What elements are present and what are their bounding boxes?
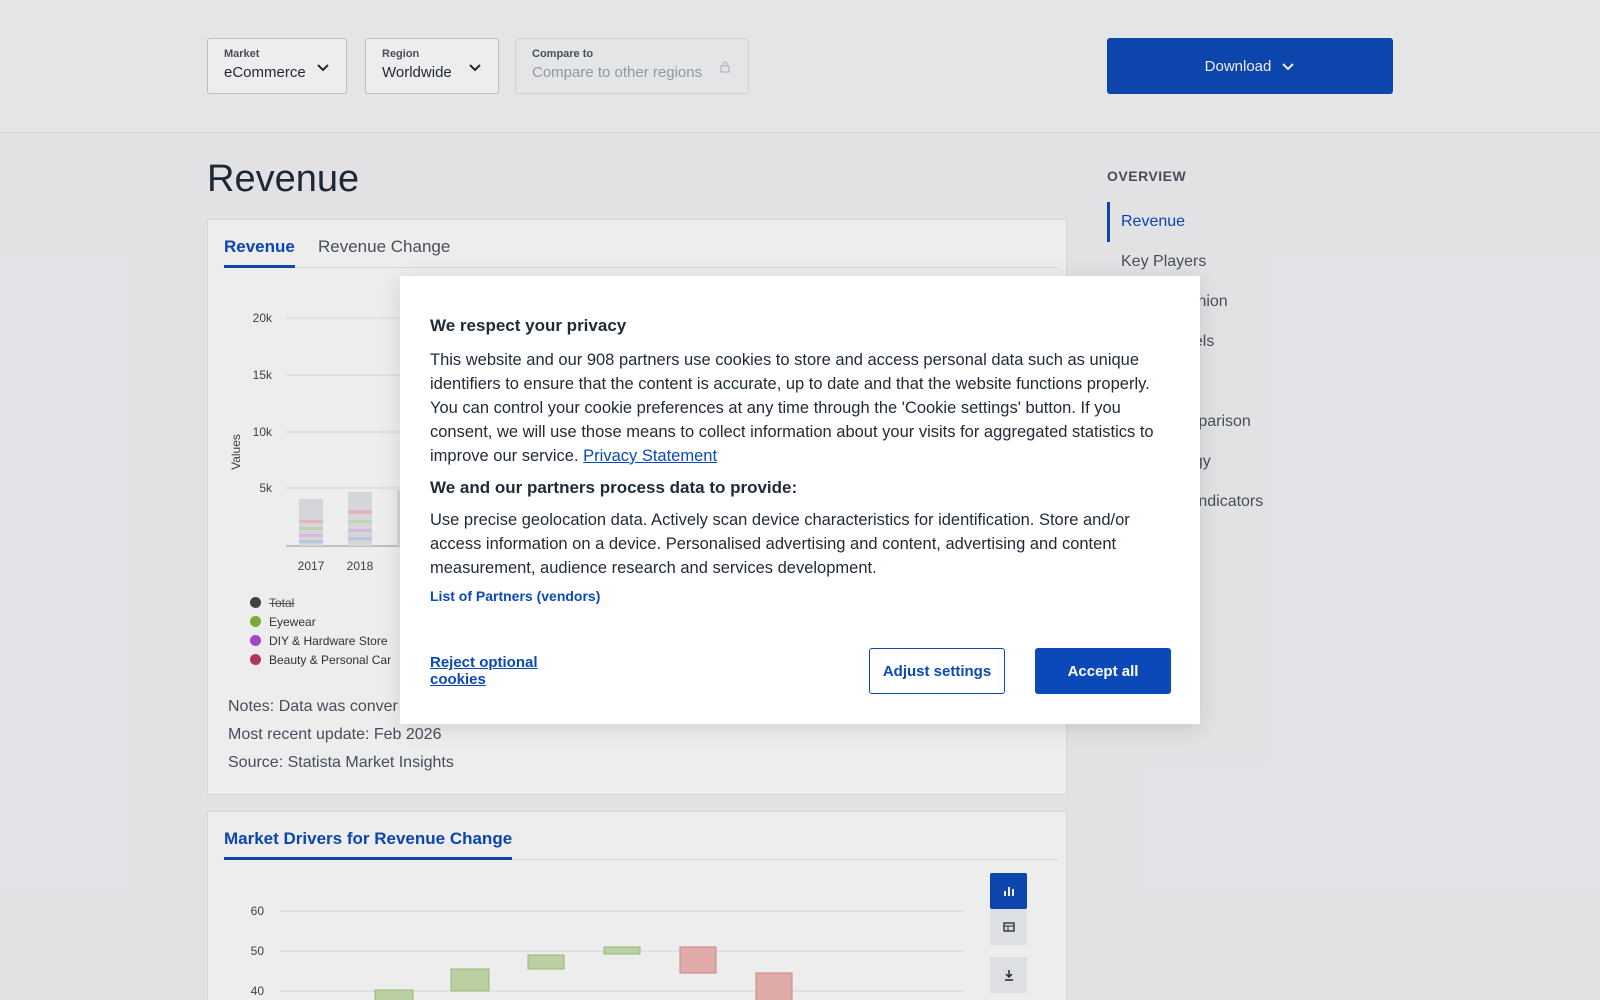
accept-all-button[interactable]: Accept all (1035, 648, 1171, 694)
cookie-body: This website and our 908 partners use co… (430, 348, 1170, 468)
cookie-purposes: Use precise geolocation data. Actively s… (430, 511, 1130, 577)
cookie-body-text: This website and our 908 partners use co… (430, 351, 1154, 465)
reject-cookies-button[interactable]: Reject optional cookies (430, 648, 590, 694)
partners-link[interactable]: List of Partners (vendors) (430, 588, 1170, 604)
cookie-title: We respect your privacy (430, 316, 627, 335)
cookie-consent-dialog: We respect your privacy This website and… (400, 276, 1200, 724)
privacy-statement-link[interactable]: Privacy Statement (583, 447, 717, 465)
adjust-settings-button[interactable]: Adjust settings (869, 648, 1005, 694)
cookie-subtitle: We and our partners process data to prov… (430, 478, 798, 497)
